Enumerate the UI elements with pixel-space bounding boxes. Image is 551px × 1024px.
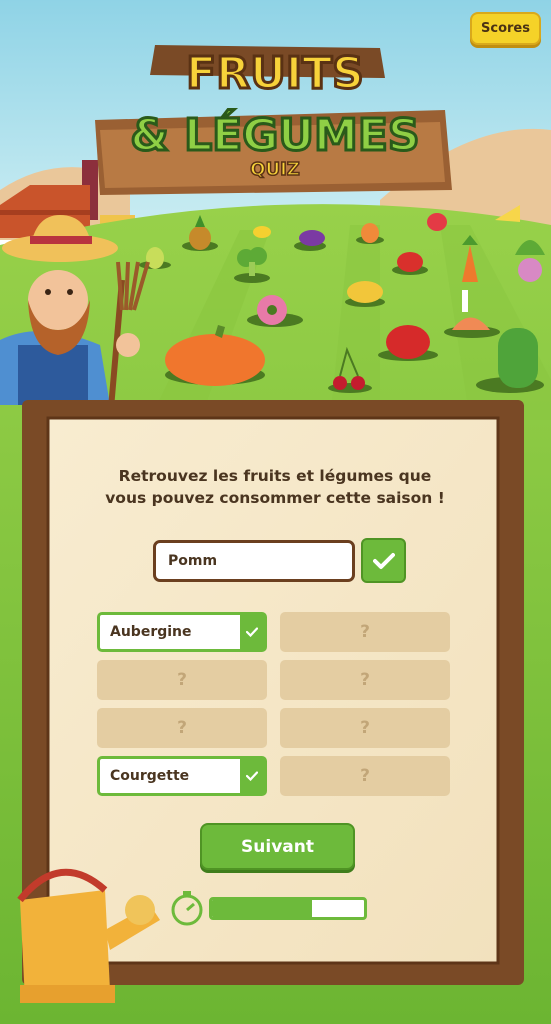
answer-slot-empty: ? — [280, 660, 450, 700]
turnip-icon — [518, 258, 542, 282]
answer-slot-placeholder: ? — [177, 670, 187, 690]
answer-slot-empty: ? — [97, 660, 267, 700]
cherry-icon — [333, 376, 347, 390]
pumpkin-icon — [165, 334, 265, 386]
question-text: Retrouvez les fruits et légumes que vous… — [70, 465, 480, 509]
tomato-icon — [397, 252, 423, 272]
apple-icon — [386, 325, 430, 359]
submit-answer-button[interactable] — [361, 538, 406, 583]
check-icon — [240, 615, 264, 649]
answer-slot-empty: ? — [97, 708, 267, 748]
answer-slot-placeholder: ? — [360, 766, 370, 786]
answer-slot-placeholder: ? — [360, 670, 370, 690]
check-icon — [372, 552, 395, 569]
apricot-icon — [361, 223, 379, 243]
strawberry-icon — [427, 213, 447, 231]
answer-slot-label: Aubergine — [110, 624, 192, 640]
eggplant-icon — [299, 230, 325, 246]
timer-fill — [212, 900, 313, 917]
check-icon — [240, 759, 264, 793]
lemon-icon — [347, 281, 383, 303]
answer-slot-empty: ? — [280, 708, 450, 748]
answer-slot-placeholder: ? — [360, 622, 370, 642]
pineapple-icon — [189, 226, 211, 250]
next-button[interactable]: Suivant — [200, 823, 355, 870]
answer-input[interactable] — [153, 540, 355, 582]
answer-slot-empty: ? — [280, 756, 450, 796]
answer-slot-placeholder: ? — [177, 718, 187, 738]
timer-bar — [209, 897, 367, 920]
title-line2: & LÉGUMES — [130, 108, 419, 161]
game-scene: FRUITS & LÉGUMES QUIZ — [0, 0, 551, 1024]
answer-slot-found: Courgette — [97, 756, 267, 796]
title-line3: QUIZ — [250, 159, 300, 180]
answer-slot-placeholder: ? — [360, 718, 370, 738]
answer-slot-empty: ? — [280, 612, 450, 652]
question-line-1: Retrouvez les fruits et légumes que — [118, 467, 432, 485]
banana-icon — [253, 226, 271, 238]
question-line-2: vous pouvez consommer cette saison ! — [105, 489, 445, 507]
answer-slot-label: Courgette — [110, 768, 190, 784]
scores-button[interactable]: Scores — [470, 12, 541, 45]
answer-slot-found: Aubergine — [97, 612, 267, 652]
cucumber-icon — [498, 328, 538, 388]
title-line1: FRUITS — [186, 48, 364, 99]
